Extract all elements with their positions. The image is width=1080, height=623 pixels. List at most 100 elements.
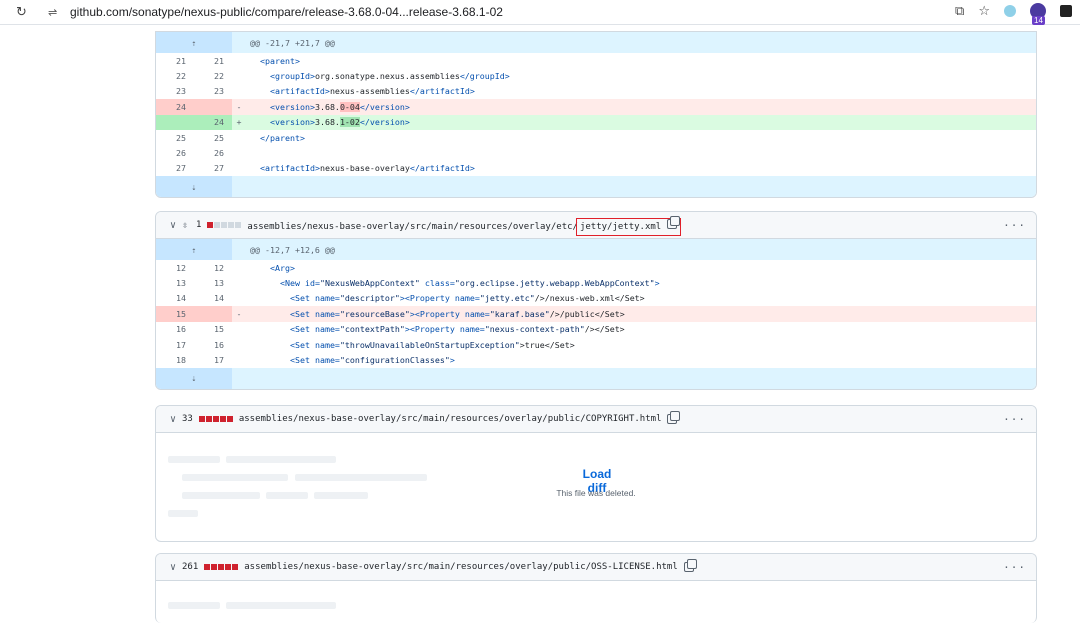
code-token: </parent> xyxy=(260,132,305,143)
new-line-number[interactable]: 22 xyxy=(194,68,232,83)
code-line: <Arg> xyxy=(246,260,1036,275)
diff-line: 21 21 <parent> xyxy=(156,53,1036,68)
new-line-number[interactable]: 13 xyxy=(194,275,232,290)
old-line-number[interactable]: 22 xyxy=(156,68,194,83)
code-line: <version>3.68.0-04</version> xyxy=(246,99,1036,115)
change-count: 1 xyxy=(196,220,202,230)
diff-sign: - xyxy=(232,306,246,322)
extension-badge-icon[interactable]: 14 xyxy=(1030,3,1046,25)
hunk-row: ⇡ @@ -12,7 +12,6 @@ xyxy=(156,239,1036,260)
new-line-number[interactable]: 24 xyxy=(194,114,232,130)
code-token: <version> xyxy=(269,117,315,128)
diff-file-oss-license: ∨ 261 assemblies/nexus-base-overlay/src/… xyxy=(155,553,1037,623)
reload-icon[interactable]: ↻ xyxy=(16,4,30,20)
file-header: ∨ ⇳ 1 assemblies/nexus-base-overlay/src/… xyxy=(156,212,1036,239)
extension-square-icon[interactable] xyxy=(1060,5,1072,17)
new-line-number[interactable]: 12 xyxy=(194,260,232,275)
code-token: id= xyxy=(304,278,320,289)
diff-line: 23 23 <artifactId>nexus-assemblies</arti… xyxy=(156,84,1036,99)
new-line-number[interactable]: 26 xyxy=(194,145,232,160)
code-token: "throwUnavailableOnStartupException" xyxy=(339,339,520,350)
browser-toolbar: ↻ ⇌ github.com/sonatype/nexus-public/com… xyxy=(0,0,1080,25)
diff-file-pom: ⇡ @@ -21,7 +21,7 @@ 21 21 <parent> 22 22… xyxy=(155,31,1037,199)
diff-line: 27 27 <artifactId>nexus-base-overlay</ar… xyxy=(156,161,1036,176)
old-line-number[interactable]: 16 xyxy=(156,322,194,337)
diff-line-deleted: 15 - <Set name="resourceBase"><Property … xyxy=(156,306,1036,322)
file-path[interactable]: assemblies/nexus-base-overlay/src/main/r… xyxy=(239,414,662,424)
code-token: <Set xyxy=(289,308,315,319)
code-token: nexus-assemblies xyxy=(329,86,410,97)
browser-actions: ⧉ ☆ 14 xyxy=(955,3,1072,25)
new-line-number[interactable]: 16 xyxy=(194,337,232,352)
file-name: jetty/jetty.xml xyxy=(579,221,662,232)
old-line-number[interactable]: 15 xyxy=(156,306,194,322)
code-token: <artifactId> xyxy=(269,86,330,97)
code-token: ><Property xyxy=(404,324,460,335)
new-line-number[interactable]: 21 xyxy=(194,53,232,68)
file-path[interactable]: assemblies/nexus-base-overlay/src/main/r… xyxy=(244,562,677,572)
chevron-down-icon[interactable]: ∨ xyxy=(170,220,182,231)
chevron-down-icon[interactable]: ∨ xyxy=(170,414,182,425)
hunk-header: @@ -12,7 +12,6 @@ xyxy=(246,239,1036,260)
code-token: <Arg> xyxy=(269,262,295,273)
code-token: </groupId> xyxy=(459,71,510,82)
expand-down-icon[interactable]: ⇣ xyxy=(156,176,232,198)
code-line: </parent> xyxy=(246,130,1036,145)
old-line-number[interactable]: 25 xyxy=(156,130,194,145)
load-diff-note: This file was deleted. xyxy=(556,488,636,498)
more-options-icon[interactable]: ··· xyxy=(1003,561,1026,574)
file-path[interactable]: assemblies/nexus-base-overlay/src/main/r… xyxy=(247,215,682,236)
site-info-icon[interactable]: ⇌ xyxy=(48,6,62,19)
diffstat xyxy=(204,564,239,570)
diff-line: 13 13 <New id="NexusWebAppContext" class… xyxy=(156,275,1036,290)
diff-line: 18 17 <Set name="configurationClasses"> xyxy=(156,352,1036,367)
new-line-number[interactable] xyxy=(194,306,232,322)
diff-line: 16 15 <Set name="contextPath"><Property … xyxy=(156,322,1036,337)
copy-icon[interactable] xyxy=(667,411,681,424)
new-line-number[interactable]: 27 xyxy=(194,161,232,176)
code-token: "jetty.etc" xyxy=(479,293,535,304)
old-line-number[interactable]: 14 xyxy=(156,291,194,306)
old-line-number[interactable]: 21 xyxy=(156,53,194,68)
bookmark-star-icon[interactable]: ☆ xyxy=(978,3,990,19)
new-line-number[interactable]: 23 xyxy=(194,84,232,99)
code-token: name= xyxy=(314,355,340,366)
code-token: class= xyxy=(419,278,455,289)
new-line-number[interactable]: 25 xyxy=(194,130,232,145)
old-line-number[interactable]: 12 xyxy=(156,260,194,275)
more-options-icon[interactable]: ··· xyxy=(1003,413,1026,426)
old-line-number[interactable]: 27 xyxy=(156,161,194,176)
expand-up-icon[interactable]: ⇡ xyxy=(156,239,232,260)
copy-icon[interactable] xyxy=(667,215,681,229)
expand-up-icon[interactable]: ⇡ xyxy=(156,32,232,53)
old-line-number[interactable]: 17 xyxy=(156,337,194,352)
chevron-down-icon[interactable]: ∨ xyxy=(170,562,182,573)
new-line-number[interactable] xyxy=(194,99,232,115)
code-token: ><Property xyxy=(409,308,465,319)
new-line-number[interactable]: 14 xyxy=(194,291,232,306)
old-line-number[interactable]: 18 xyxy=(156,352,194,367)
old-line-number[interactable] xyxy=(156,114,194,130)
expand-down-icon[interactable]: ⇣ xyxy=(156,367,232,389)
expand-all-icon[interactable]: ⇳ xyxy=(182,220,196,231)
old-line-number[interactable]: 13 xyxy=(156,275,194,290)
diff-line-deleted: 24 - <version>3.68.0-04</version> xyxy=(156,99,1036,115)
extension-icon[interactable] xyxy=(1004,5,1016,17)
diff-line: 25 25 </parent> xyxy=(156,130,1036,145)
diff-table: ⇡ @@ -12,7 +12,6 @@ 12 12 <Arg> 13 13 <N… xyxy=(156,239,1036,389)
skeleton-bar xyxy=(168,456,220,463)
code-token: name= xyxy=(459,324,485,335)
code-line xyxy=(246,145,1036,160)
new-line-number[interactable]: 17 xyxy=(194,352,232,367)
old-line-number[interactable]: 23 xyxy=(156,84,194,99)
old-line-number[interactable]: 24 xyxy=(156,99,194,115)
address-bar[interactable]: github.com/sonatype/nexus-public/compare… xyxy=(70,5,503,19)
copy-icon[interactable] xyxy=(683,559,697,572)
skeleton-bar xyxy=(295,474,427,481)
new-line-number[interactable]: 15 xyxy=(194,322,232,337)
old-line-number[interactable]: 26 xyxy=(156,145,194,160)
code-token: name= xyxy=(314,293,340,304)
install-app-icon[interactable]: ⧉ xyxy=(955,3,964,19)
code-token: /></Set> xyxy=(584,324,625,335)
more-options-icon[interactable]: ··· xyxy=(1003,219,1026,232)
